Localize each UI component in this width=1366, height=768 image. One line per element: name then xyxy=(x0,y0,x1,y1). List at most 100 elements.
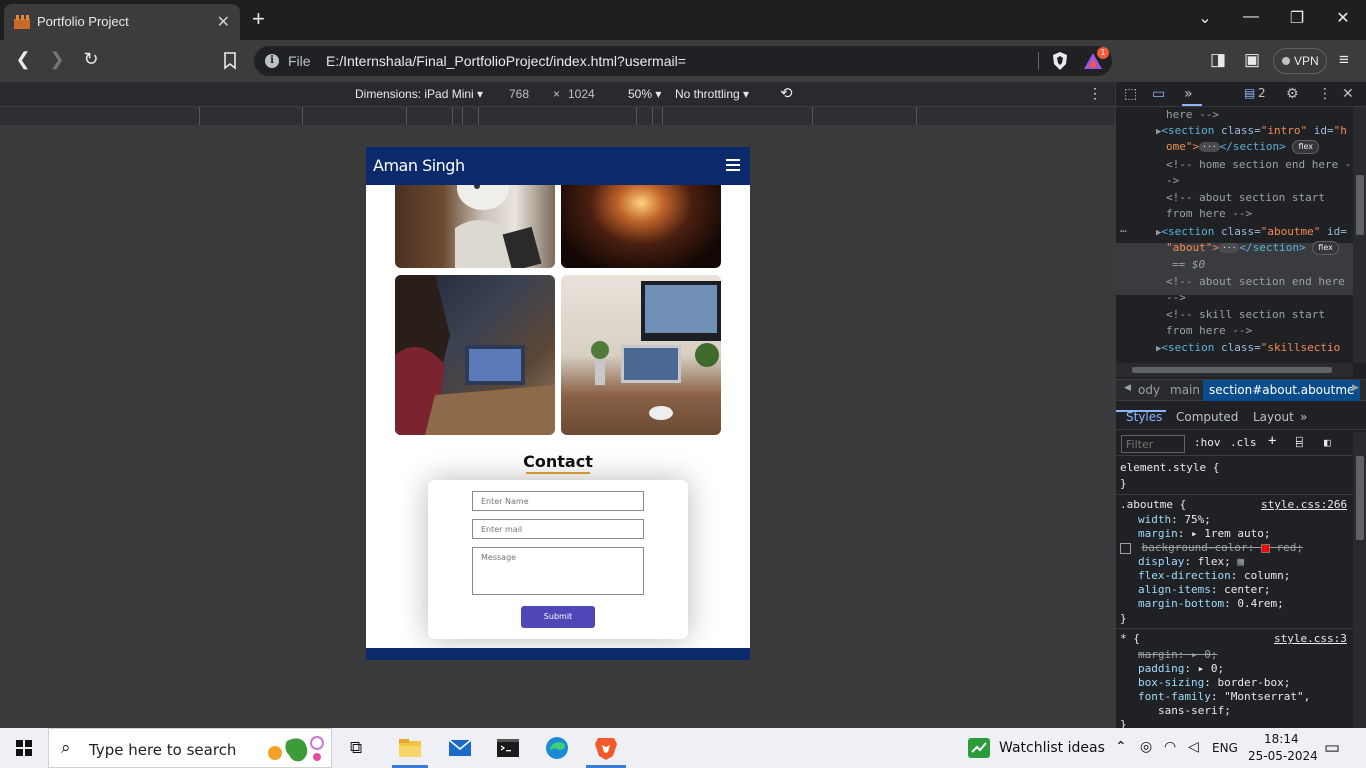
language-indicator[interactable]: ENG xyxy=(1212,741,1238,755)
device-toggle-icon[interactable]: ▭ xyxy=(1152,86,1165,102)
tab-styles[interactable]: Styles xyxy=(1126,410,1162,424)
settings-gear-icon[interactable]: ⚙ xyxy=(1286,86,1299,102)
more-tabs-icon[interactable]: » xyxy=(1184,86,1193,102)
width-input[interactable]: 768 xyxy=(509,87,529,101)
breadcrumb-section[interactable]: section#about.aboutme xyxy=(1203,380,1361,401)
close-devtools-icon[interactable]: ✕ xyxy=(1342,86,1354,102)
style-property[interactable]: padding: ▸ 0; xyxy=(1138,662,1224,676)
forward-icon[interactable]: ❯ xyxy=(46,49,68,70)
flex-badge[interactable]: flex xyxy=(1292,140,1319,154)
chevron-up-icon[interactable]: ⌃ xyxy=(1115,739,1127,755)
scroll-thumb[interactable] xyxy=(1356,456,1364,540)
hov-toggle[interactable]: :hov xyxy=(1194,436,1221,449)
dom-node-intro[interactable]: ▶<section class="intro" id="h xyxy=(1156,123,1347,140)
terminal-icon[interactable] xyxy=(494,734,522,762)
brave-shields-icon[interactable] xyxy=(1051,51,1069,71)
volume-icon[interactable]: ◁ xyxy=(1188,739,1199,755)
color-swatch[interactable] xyxy=(1260,543,1270,553)
styles-filter-input[interactable] xyxy=(1121,435,1185,453)
sidebar-toggle-icon[interactable]: ◨ xyxy=(1207,50,1229,70)
submit-button[interactable]: Submit xyxy=(521,606,595,628)
issues-count[interactable]: 2 xyxy=(1258,86,1266,100)
vpn-button[interactable]: VPN xyxy=(1273,48,1327,74)
horizontal-scrollbar[interactable] xyxy=(1116,363,1353,377)
throttling-dropdown[interactable]: No throttling ▾ xyxy=(675,87,749,101)
dom-node-aboutme[interactable]: ▶<section class="aboutme" id= xyxy=(1156,224,1347,241)
breadcrumb-body[interactable]: ody xyxy=(1138,383,1160,397)
scroll-thumb[interactable] xyxy=(1132,367,1332,373)
edge-browser-icon[interactable] xyxy=(543,734,571,762)
style-property[interactable]: display: flex; ▦ xyxy=(1138,555,1244,569)
rule-source-link[interactable]: style.css:3 xyxy=(1274,632,1347,646)
elements-scrollbar[interactable] xyxy=(1353,107,1366,363)
hamburger-menu-icon[interactable] xyxy=(726,159,740,171)
file-explorer-icon[interactable] xyxy=(396,734,424,762)
url-text[interactable]: E:/Internshala/Final_PortfolioProject/in… xyxy=(326,53,686,69)
new-rule-icon[interactable]: + xyxy=(1268,433,1276,449)
windows-start-icon[interactable] xyxy=(16,740,32,756)
tab-search-chevron-icon[interactable]: ⌄ xyxy=(1195,8,1215,28)
reload-icon[interactable]: ↻ xyxy=(80,49,102,70)
dimensions-dropdown[interactable]: Dimensions: iPad Mini ▾ xyxy=(355,87,483,101)
style-property[interactable]: margin: ▸ 1rem auto; xyxy=(1138,527,1270,541)
cls-toggle[interactable]: .cls xyxy=(1230,436,1257,449)
wallet-icon[interactable]: ▣ xyxy=(1241,50,1263,70)
task-view-icon[interactable]: ⧉ xyxy=(350,738,362,758)
style-property[interactable]: box-sizing: border-box; xyxy=(1138,676,1290,690)
close-tab-icon[interactable]: ✕ xyxy=(217,12,230,32)
breadcrumb-main[interactable]: main xyxy=(1170,383,1200,397)
rotate-icon[interactable]: ⟲ xyxy=(780,84,793,102)
height-input[interactable]: 1024 xyxy=(568,87,595,101)
style-property[interactable]: align-items: center; xyxy=(1138,583,1270,597)
issues-icon[interactable]: ▤ xyxy=(1244,86,1255,100)
tab-layout[interactable]: Layout xyxy=(1253,410,1294,424)
style-property-disabled[interactable]: background-color: red; xyxy=(1120,541,1303,555)
collapsed-ellipsis[interactable]: ··· xyxy=(1199,142,1220,152)
property-checkbox[interactable] xyxy=(1120,542,1131,554)
email-field[interactable] xyxy=(472,519,644,539)
message-field[interactable] xyxy=(472,547,644,595)
tab-computed[interactable]: Computed xyxy=(1176,410,1238,424)
menu-icon[interactable]: ≡ xyxy=(1333,50,1355,70)
node-actions-ellipsis-icon[interactable]: … xyxy=(1120,221,1127,237)
styles-scrollbar[interactable] xyxy=(1353,432,1366,728)
styles-pane[interactable]: element.style { } .aboutme { style.css:2… xyxy=(1116,456,1353,728)
device-frame[interactable]: Aman Singh Contact Enter Name Enter mail… xyxy=(366,147,750,660)
style-property[interactable]: width: 75%; xyxy=(1138,513,1211,527)
browser-tab-active[interactable]: Portfolio Project ✕ xyxy=(4,4,240,40)
paint-icon[interactable]: ⌸ xyxy=(1296,436,1303,449)
clock-time[interactable]: 18:14 xyxy=(1264,732,1299,746)
bookmark-icon[interactable] xyxy=(223,52,237,70)
breadcrumb-left-icon[interactable]: ◀ xyxy=(1124,383,1131,393)
media-query-bar[interactable] xyxy=(0,107,1115,126)
restore-icon[interactable]: ❐ xyxy=(1287,8,1307,28)
flex-badge[interactable]: flex xyxy=(1312,241,1339,255)
site-info-icon[interactable]: i xyxy=(265,54,279,68)
zoom-dropdown[interactable]: 50% ▾ xyxy=(628,87,661,101)
rule-source-link[interactable]: style.css:266 xyxy=(1261,498,1347,512)
more-tabs-icon[interactable]: » xyxy=(1300,410,1307,424)
notifications-icon[interactable]: ▭ xyxy=(1324,738,1340,758)
devtools-menu-icon[interactable]: ⋮ xyxy=(1318,86,1332,102)
style-property-overridden[interactable]: margin: ▸ 0; xyxy=(1138,648,1218,662)
address-bar[interactable]: i File E:/Internshala/Final_PortfolioPro… xyxy=(254,46,1112,76)
breadcrumb-right-icon[interactable]: ▶ xyxy=(1352,383,1359,393)
site-logo[interactable]: Aman Singh xyxy=(373,156,465,175)
inspect-element-icon[interactable]: ⬚ xyxy=(1124,86,1137,102)
flex-editor-icon[interactable]: ▦ xyxy=(1237,555,1244,568)
back-icon[interactable]: ❮ xyxy=(12,49,34,70)
minimize-icon[interactable]: — xyxy=(1241,8,1261,26)
style-property[interactable]: flex-direction: column; xyxy=(1138,569,1290,583)
name-field[interactable] xyxy=(472,491,644,511)
collapsed-ellipsis[interactable]: ··· xyxy=(1218,243,1240,253)
style-property[interactable]: font-family: "Montserrat", xyxy=(1138,690,1310,704)
more-options-icon[interactable]: ⋮ xyxy=(1088,85,1102,102)
new-tab-button[interactable]: + xyxy=(252,6,265,32)
webcam-icon[interactable]: ◎ xyxy=(1140,739,1152,755)
clock-date[interactable]: 25-05-2024 xyxy=(1248,749,1318,763)
mail-icon[interactable] xyxy=(446,734,474,762)
watchlist-stock-icon[interactable] xyxy=(968,738,990,758)
style-property[interactable]: margin-bottom: 0.4rem; xyxy=(1138,597,1284,611)
brave-browser-icon[interactable] xyxy=(592,734,620,762)
watchlist-widget[interactable]: Watchlist ideas xyxy=(999,740,1105,756)
